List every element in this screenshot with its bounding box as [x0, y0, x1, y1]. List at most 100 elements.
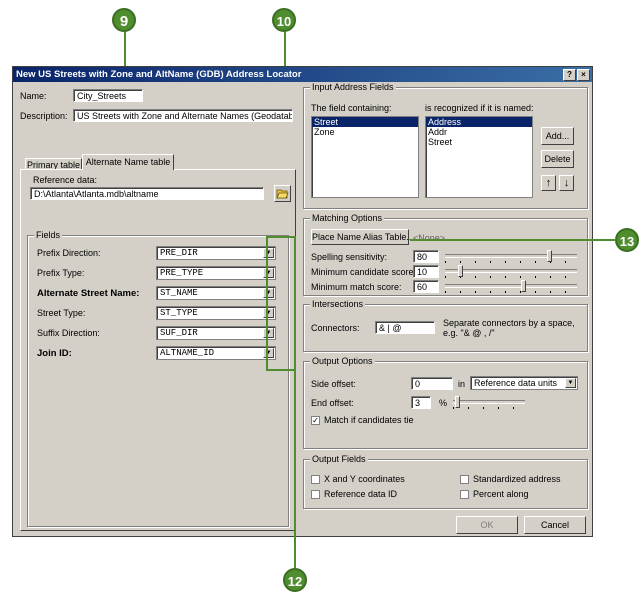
browse-button[interactable] — [274, 185, 291, 202]
matching-options-title: Matching Options — [310, 213, 385, 223]
field-select-value: SUF_DIR — [160, 328, 198, 338]
chevron-down-icon: ▼ — [263, 268, 274, 278]
field-select[interactable]: ST_TYPE ▼ — [156, 306, 276, 320]
add-button[interactable]: Add... — [541, 127, 574, 145]
field-select[interactable]: ST_NAME ▼ — [156, 286, 276, 300]
output-fields-title: Output Fields — [310, 454, 368, 464]
field-select[interactable]: PRE_TYPE ▼ — [156, 266, 276, 280]
percent-label: % — [439, 398, 448, 408]
match-if-tie-label: Match if candidates tie — [324, 415, 414, 425]
move-down-button[interactable]: ↓ — [559, 175, 574, 191]
list-item-street-name[interactable]: Street — [426, 137, 532, 147]
dialog-title: New US Streets with Zone and AltName (GD… — [13, 67, 592, 82]
intersections-title: Intersections — [310, 299, 366, 309]
xy-coordinates-label: X and Y coordinates — [324, 474, 405, 484]
name-field[interactable]: City_Streets — [73, 89, 143, 102]
field-select[interactable]: ALTNAME_ID ▼ — [156, 346, 276, 360]
close-button[interactable]: × — [577, 69, 590, 81]
minimum-match-score-label: Minimum match score: — [311, 282, 402, 292]
callout-9: 9 — [112, 8, 136, 32]
callout-13-leader — [410, 239, 616, 241]
field-label: Alternate Street Name: — [37, 288, 140, 299]
description-label: Description: — [20, 111, 68, 121]
field-label: Street Type: — [37, 308, 86, 318]
chevron-down-icon: ▼ — [263, 248, 274, 258]
chevron-down-icon: ▼ — [263, 288, 274, 298]
reference-data-id-label: Reference data ID — [324, 489, 398, 499]
match-if-tie-checkbox[interactable]: ✓ — [311, 416, 320, 425]
help-button[interactable]: ? — [563, 69, 576, 81]
alias-table-value: <None> — [413, 233, 446, 243]
callout-13: 13 — [615, 228, 639, 252]
name-label: Name: — [20, 91, 47, 101]
output-fields-group: Output Fields — [303, 454, 588, 509]
standardized-address-checkbox[interactable] — [460, 475, 469, 484]
connectors-label: Connectors: — [311, 323, 360, 333]
move-up-button[interactable]: ↑ — [541, 175, 556, 191]
fields-group-title: Fields — [34, 230, 63, 240]
spelling-sensitivity-slider[interactable] — [445, 250, 577, 264]
list-item-addr[interactable]: Addr — [426, 127, 532, 137]
checkmark-icon: ✓ — [312, 416, 319, 425]
tab-alternate-name-table[interactable]: Alternate Name table — [82, 154, 174, 170]
spelling-sensitivity-label: Spelling sensitivity: — [311, 252, 388, 262]
callout-12-bracket-side — [294, 236, 296, 568]
field-select-value: ALTNAME_ID — [160, 348, 215, 358]
field-select[interactable]: SUF_DIR ▼ — [156, 326, 276, 340]
field-label: Prefix Type: — [37, 268, 85, 278]
connectors-field[interactable]: & | @ — [375, 321, 435, 334]
reference-data-label: Reference data: — [33, 175, 98, 185]
minimum-candidate-score-field[interactable]: 10 — [413, 265, 439, 278]
list-item-street[interactable]: Street — [312, 117, 418, 127]
delete-button[interactable]: Delete — [541, 150, 574, 168]
field-label: Suffix Direction: — [37, 328, 100, 338]
minimum-candidate-score-label: Minimum candidate score: — [311, 267, 417, 277]
end-offset-slider[interactable] — [453, 396, 525, 410]
list-item-zone[interactable]: Zone — [312, 127, 418, 137]
side-offset-field[interactable]: 0 — [411, 377, 453, 390]
place-name-alias-button[interactable]: Place Name Alias Table... — [311, 229, 414, 245]
field-select[interactable]: PRE_DIR ▼ — [156, 246, 276, 260]
callout-12-bracket-bottom — [266, 369, 296, 371]
cancel-button[interactable]: Cancel — [524, 516, 586, 534]
reference-data-field[interactable]: D:\Atlanta\Atlanta.mdb\altname — [30, 187, 264, 200]
callout-10: 10 — [272, 8, 296, 32]
minimum-match-score-slider[interactable] — [445, 280, 577, 294]
field-select-value: PRE_TYPE — [160, 268, 204, 278]
xy-coordinates-checkbox[interactable] — [311, 475, 320, 484]
chevron-down-icon: ▼ — [565, 378, 576, 388]
standardized-address-label: Standardized address — [473, 474, 561, 484]
output-options-title: Output Options — [310, 356, 375, 366]
connectors-help-text: Separate connectors by a space, e.g. "& … — [443, 318, 575, 338]
chevron-down-icon: ▼ — [263, 348, 274, 358]
offset-units-select[interactable]: Reference data units ▼ — [470, 376, 578, 390]
field-label: Join ID: — [37, 348, 72, 359]
address-fields-list[interactable]: Street Zone — [311, 116, 419, 198]
recognized-names-list[interactable]: Address Addr Street — [425, 116, 533, 198]
callout-12: 12 — [283, 568, 307, 592]
offset-units-value: Reference data units — [474, 378, 558, 388]
end-offset-field[interactable]: 3 — [411, 396, 431, 409]
ok-button[interactable]: OK — [456, 516, 518, 534]
field-select-value: ST_NAME — [160, 288, 198, 298]
field-select-value: PRE_DIR — [160, 248, 198, 258]
list-item-address[interactable]: Address — [426, 117, 532, 127]
in-label: in — [458, 379, 466, 389]
recognized-label: is recognized if it is named: — [425, 103, 534, 113]
percent-along-checkbox[interactable] — [460, 490, 469, 499]
input-address-fields-title: Input Address Fields — [310, 82, 396, 92]
minimum-match-score-field[interactable]: 60 — [413, 280, 439, 293]
spelling-sensitivity-field[interactable]: 80 — [413, 250, 439, 263]
percent-along-label: Percent along — [473, 489, 529, 499]
chevron-down-icon: ▼ — [263, 328, 274, 338]
field-label: Prefix Direction: — [37, 248, 101, 258]
field-containing-label: The field containing: — [311, 103, 392, 113]
folder-open-icon — [276, 189, 289, 199]
reference-data-id-checkbox[interactable] — [311, 490, 320, 499]
callout-12-bracket-top — [266, 236, 296, 238]
minimum-candidate-score-slider[interactable] — [445, 265, 577, 279]
description-field[interactable]: US Streets with Zone and Alternate Names… — [73, 109, 293, 122]
chevron-down-icon: ▼ — [263, 308, 274, 318]
callout-12-bracket-left — [266, 236, 268, 371]
field-select-value: ST_TYPE — [160, 308, 198, 318]
